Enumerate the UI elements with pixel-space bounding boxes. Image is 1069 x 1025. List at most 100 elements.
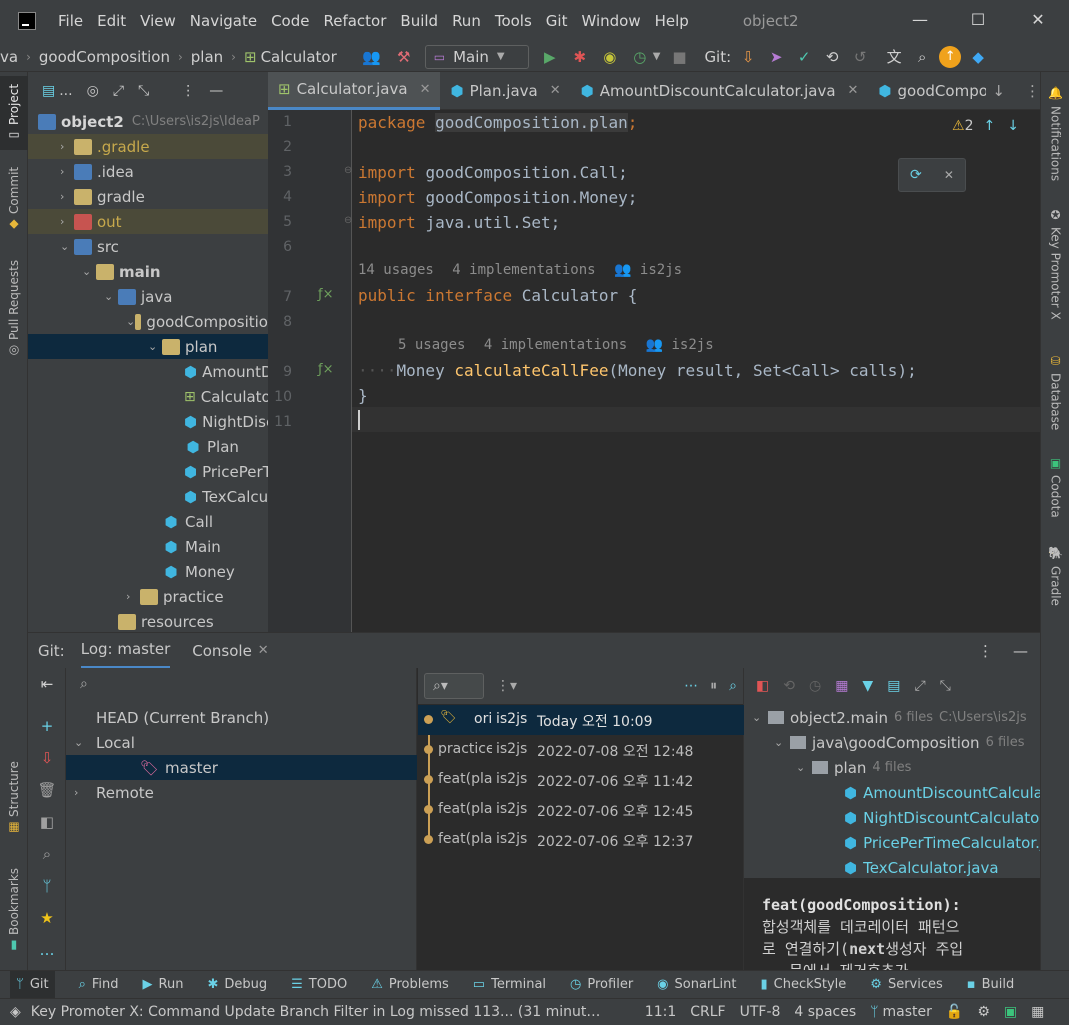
toolbox-icon[interactable]: ◆ — [967, 46, 989, 68]
history-icon[interactable]: ⟲ — [821, 46, 843, 68]
toolwindow-problems[interactable]: ⚠ Problems — [371, 977, 449, 992]
debug-icon[interactable]: ✱ — [569, 46, 591, 68]
tab-project[interactable]: ▭ Project — [0, 76, 28, 150]
more-icon[interactable]: ⋯ — [684, 678, 698, 694]
menu-build[interactable]: Build — [400, 12, 438, 30]
toolwindow-services[interactable]: ⚙ Services — [870, 977, 942, 992]
tree-item--idea[interactable]: › .idea — [28, 159, 268, 184]
hammer-icon[interactable]: ⚒ — [393, 46, 415, 68]
chevron-down-icon[interactable]: ⌄ — [104, 290, 118, 303]
rollback-icon[interactable]: ↺ — [849, 46, 871, 68]
git-commit-icon[interactable]: ✓ — [793, 46, 815, 68]
target-icon[interactable]: ◎ — [87, 83, 99, 99]
hide-icon[interactable]: — — [1013, 642, 1028, 660]
tree-item-practice[interactable]: › practice — [28, 584, 268, 609]
menu-tools[interactable]: Tools — [495, 12, 532, 30]
chevron-right-icon[interactable]: › — [60, 165, 74, 178]
code-editor[interactable]: package goodComposition.plan; import goo… — [352, 110, 1040, 632]
chevron-right-icon[interactable]: › — [60, 140, 74, 153]
codevision-hint-interface[interactable]: 14 usages 4 implementations 👥 is2js — [358, 258, 682, 283]
gradle-reload-icon[interactable]: ⟳ — [910, 167, 922, 183]
chevron-right-icon[interactable]: › — [74, 786, 96, 799]
tab-amount-discount-calculator-java[interactable]: ⬢ AmountDiscountCalculator.java ✕ — [571, 72, 869, 110]
menu-window[interactable]: Window — [581, 12, 640, 30]
tab-pull-requests[interactable]: ◎ Pull Requests — [0, 252, 28, 366]
add-icon[interactable]: + — [37, 716, 57, 736]
history-icon[interactable]: ◷ — [809, 678, 821, 694]
compare-icon[interactable]: ◧ — [37, 812, 57, 832]
menu-navigate[interactable]: Navigate — [190, 12, 257, 30]
branch-item-master[interactable]: 🏷 master — [66, 755, 417, 780]
tree-item-gradle[interactable]: › gradle — [28, 184, 268, 209]
pause-icon[interactable]: ⏸ — [710, 678, 717, 694]
tree-item-plan[interactable]: ⬢ Plan — [28, 434, 268, 459]
toolwindow-run[interactable]: ▶ Run — [143, 977, 184, 992]
chevron-right-icon[interactable]: › — [126, 590, 140, 603]
chevron-down-icon[interactable]: ⌄ — [148, 340, 162, 353]
tree-item-main[interactable]: ⌄ main — [28, 259, 268, 284]
menu-code[interactable]: Code — [271, 12, 309, 30]
delete-icon[interactable]: 🗑 — [37, 780, 57, 800]
tab-bookmarks[interactable]: ▮ Bookmarks — [0, 862, 28, 958]
changes-plan[interactable]: ⌄ plan 4 files — [744, 755, 1040, 780]
implemented-gutter-icon[interactable]: ƒ× — [318, 287, 333, 302]
tab-log-master[interactable]: Log: master — [80, 633, 171, 669]
stop-icon[interactable]: ■ — [668, 46, 690, 68]
maximize-button[interactable]: ☐ — [966, 8, 990, 32]
search-icon[interactable]: ⌕ — [37, 844, 57, 864]
status-message[interactable]: Key Promoter X: Command Update Branch Fi… — [31, 1004, 607, 1020]
tab-commit[interactable]: ◆ Commit — [0, 164, 28, 234]
close-tab-icon[interactable]: ✕ — [550, 83, 561, 98]
tree-item-java[interactable]: ⌄ java — [28, 284, 268, 309]
translate-icon[interactable]: 文 — [883, 46, 905, 68]
coverage-icon[interactable]: ◉ — [599, 46, 621, 68]
commit-row[interactable]: feat(plaris2js 2022-07-06 오후 11:42 — [418, 765, 744, 795]
toolwindow-checkstyle[interactable]: ▮ CheckStyle — [760, 977, 846, 992]
toolwindow-sonarlint[interactable]: ◉ SonarLint — [657, 977, 736, 992]
commit-row[interactable]: feat(plaris2js 2022-07-06 오후 12:45 — [418, 795, 744, 825]
file-encoding[interactable]: UTF-8 — [740, 1004, 781, 1020]
tree-item-goodcompositio[interactable]: ⌄ goodCompositio — [28, 309, 268, 334]
breadcrumb-calculator[interactable]: Calculator — [261, 48, 337, 66]
menu-git[interactable]: Git — [546, 12, 568, 30]
indent-setting[interactable]: 4 spaces — [794, 1004, 856, 1020]
search-icon[interactable]: ⌕ — [911, 46, 933, 68]
tree-item-amountdi[interactable]: ⬢AmountDi — [28, 359, 268, 384]
filter-icon[interactable]: ▼ — [862, 678, 873, 694]
tree-item-call[interactable]: ⬢ Call — [28, 509, 268, 534]
tab-structure[interactable]: ▦ Structure — [0, 756, 28, 840]
memory-icon[interactable]: ▦ — [1031, 1004, 1044, 1020]
diff-icon[interactable]: ◧ — [756, 678, 769, 694]
tab-database[interactable]: ⛁ Database — [1041, 354, 1069, 438]
git-push-icon[interactable]: ➤ — [765, 46, 787, 68]
changes-package[interactable]: ⌄ java\goodComposition 6 files — [744, 730, 1040, 755]
toolwindow-debug[interactable]: ✱ Debug — [207, 977, 267, 992]
editor-options-icon[interactable]: ⋮ — [1025, 82, 1040, 100]
breadcrumb-java[interactable]: va — [0, 48, 18, 66]
commit-row[interactable]: practice is2js 2022-07-08 오전 12:48 — [418, 735, 744, 765]
chevron-down-icon[interactable]: ⌄ — [126, 315, 135, 328]
menu-view[interactable]: View — [140, 12, 176, 30]
view-options-icon[interactable]: ▤ — [887, 678, 900, 694]
changes-root[interactable]: ⌄ object2.main 6 files C:\Users\is2js — [744, 705, 1040, 730]
git-update-icon[interactable]: ⇩ — [737, 46, 759, 68]
expand-all-icon[interactable]: ⤢ — [113, 83, 124, 99]
changed-file[interactable]: ⬢ TexCalculator.java — [744, 855, 1040, 880]
collapse-branches-icon[interactable]: ⇤ — [37, 674, 57, 694]
codevision-hint-method[interactable]: 5 usages 4 implementations 👥 is2js — [398, 333, 714, 358]
implemented-gutter-icon[interactable]: ƒ× — [318, 362, 333, 377]
minimize-button[interactable]: — — [908, 8, 932, 32]
toolwindow-build[interactable]: ▪ Build — [967, 977, 1014, 992]
favorite-icon[interactable]: ★ — [37, 908, 57, 928]
menu-refactor[interactable]: Refactor — [323, 12, 386, 30]
tree-root[interactable]: object2 C:\Users\is2js\IdeaP — [28, 109, 268, 134]
tab-key-promoter[interactable]: ✪ Key Promoter X — [1041, 208, 1069, 332]
profiler-icon[interactable]: ◷ — [629, 46, 651, 68]
menu-run[interactable]: Run — [452, 12, 481, 30]
changed-file[interactable]: ⬢ PricePerTimeCalculator.ja — [744, 830, 1040, 855]
tab-goodcomposition[interactable]: ⬢ goodCompositi — [868, 72, 986, 110]
tab-plan-java[interactable]: ⬢ Plan.java ✕ — [440, 72, 570, 110]
toolwindow-profiler[interactable]: ◷ Profiler — [570, 977, 633, 992]
more-icon[interactable]: … — [37, 940, 57, 960]
group-by-icon[interactable]: ▦ — [835, 678, 848, 694]
